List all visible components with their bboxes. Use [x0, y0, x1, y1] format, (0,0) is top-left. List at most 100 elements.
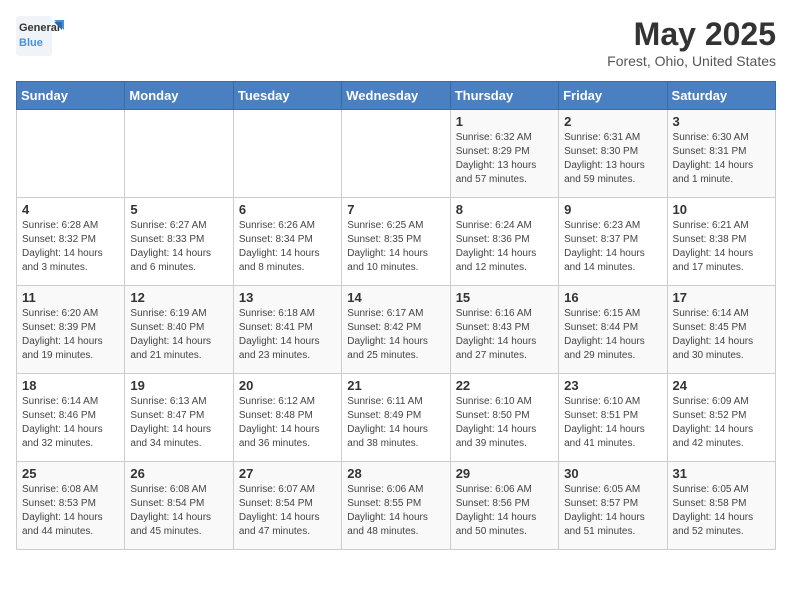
day-number: 29 [456, 466, 553, 481]
calendar-cell: 23Sunrise: 6:10 AM Sunset: 8:51 PM Dayli… [559, 374, 667, 462]
day-info: Sunrise: 6:18 AM Sunset: 8:41 PM Dayligh… [239, 307, 336, 363]
day-number: 12 [130, 290, 227, 305]
calendar-cell: 14 Sunrise: 6:17 AM Sunset: 8:42 PM Dayli… [342, 286, 450, 374]
calendar-cell: 24 Sunrise: 6:09 AM Sunset: 8:52 PM Dayli… [667, 374, 775, 462]
weekday-header: Sunday [17, 82, 125, 110]
calendar-cell: 10 Sunrise: 6:21 AM Sunset: 8:38 PM Dayli… [667, 198, 775, 286]
day-number: 13 [239, 290, 336, 305]
day-info: Sunrise: 6:23 AM Sunset: 8:37 PM Dayligh… [564, 219, 661, 275]
calendar-cell: 2 Sunrise: 6:31 AM Sunset: 8:30 PM Daylig… [559, 110, 667, 198]
calendar-cell: 1Sunrise: 6:32 AM Sunset: 8:29 PM Daylig… [450, 110, 558, 198]
calendar-cell: 8 Sunrise: 6:24 AM Sunset: 8:36 PM Daylig… [450, 198, 558, 286]
day-number: 27 [239, 466, 336, 481]
day-info: Sunrise: 6:19 AM Sunset: 8:40 PM Dayligh… [130, 307, 227, 363]
weekday-header: Thursday [450, 82, 558, 110]
day-info: Sunrise: 6:20 AM Sunset: 8:39 PM Dayligh… [22, 307, 119, 363]
day-info: Sunrise: 6:21 AM Sunset: 8:38 PM Dayligh… [673, 219, 770, 275]
day-info: Sunrise: 6:08 AM Sunset: 8:54 PM Dayligh… [130, 483, 227, 539]
day-info: Sunrise: 6:30 AM Sunset: 8:31 PM Dayligh… [673, 131, 770, 187]
day-number: 23 [564, 378, 661, 393]
calendar-cell: 27 Sunrise: 6:07 AM Sunset: 8:54 PM Dayli… [233, 462, 341, 550]
weekday-header: Friday [559, 82, 667, 110]
day-number: 7 [347, 202, 444, 217]
day-number: 4 [22, 202, 119, 217]
day-number: 19 [130, 378, 227, 393]
calendar-cell: 3 Sunrise: 6:30 AM Sunset: 8:31 PM Daylig… [667, 110, 775, 198]
calendar-header-row: SundayMondayTuesdayWednesdayThursdayFrid… [17, 82, 776, 110]
day-info: Sunrise: 6:07 AM Sunset: 8:54 PM Dayligh… [239, 483, 336, 539]
calendar-cell: 12 Sunrise: 6:19 AM Sunset: 8:40 PM Dayli… [125, 286, 233, 374]
calendar-cell: 20 Sunrise: 6:12 AM Sunset: 8:48 PM Dayli… [233, 374, 341, 462]
day-info: Sunrise: 6:12 AM Sunset: 8:48 PM Dayligh… [239, 395, 336, 451]
page-header: General Blue May 2025 Forest, Ohio, Unit… [16, 16, 776, 69]
weekday-header: Tuesday [233, 82, 341, 110]
day-info: Sunrise: 6:05 AM Sunset: 8:57 PM Dayligh… [564, 483, 661, 539]
title-block: May 2025 Forest, Ohio, United States [607, 16, 776, 69]
day-info: Sunrise: 6:26 AM Sunset: 8:34 PM Dayligh… [239, 219, 336, 275]
weekday-header: Saturday [667, 82, 775, 110]
day-number: 15 [456, 290, 553, 305]
day-number: 20 [239, 378, 336, 393]
day-number: 8 [456, 202, 553, 217]
day-number: 3 [673, 114, 770, 129]
calendar-week-row: 11Sunrise: 6:20 AM Sunset: 8:39 PM Dayli… [17, 286, 776, 374]
day-number: 17 [673, 290, 770, 305]
calendar-week-row: 18 Sunrise: 6:14 AM Sunset: 8:46 PM Dayli… [17, 374, 776, 462]
calendar-cell: 30 Sunrise: 6:05 AM Sunset: 8:57 PM Dayli… [559, 462, 667, 550]
day-info: Sunrise: 6:31 AM Sunset: 8:30 PM Dayligh… [564, 131, 661, 187]
day-number: 28 [347, 466, 444, 481]
day-number: 24 [673, 378, 770, 393]
day-number: 18 [22, 378, 119, 393]
calendar-cell: 25 Sunrise: 6:08 AM Sunset: 8:53 PM Dayli… [17, 462, 125, 550]
calendar-cell: 26 Sunrise: 6:08 AM Sunset: 8:54 PM Dayli… [125, 462, 233, 550]
weekday-header: Monday [125, 82, 233, 110]
day-info: Sunrise: 6:06 AM Sunset: 8:55 PM Dayligh… [347, 483, 444, 539]
day-info: Sunrise: 6:25 AM Sunset: 8:35 PM Dayligh… [347, 219, 444, 275]
calendar-cell [17, 110, 125, 198]
day-info: Sunrise: 6:14 AM Sunset: 8:45 PM Dayligh… [673, 307, 770, 363]
calendar-cell: 19Sunrise: 6:13 AM Sunset: 8:47 PM Dayli… [125, 374, 233, 462]
day-info: Sunrise: 6:27 AM Sunset: 8:33 PM Dayligh… [130, 219, 227, 275]
calendar-cell: 15 Sunrise: 6:16 AM Sunset: 8:43 PM Dayli… [450, 286, 558, 374]
day-number: 14 [347, 290, 444, 305]
day-info: Sunrise: 6:05 AM Sunset: 8:58 PM Dayligh… [673, 483, 770, 539]
calendar-cell: 29 Sunrise: 6:06 AM Sunset: 8:56 PM Dayli… [450, 462, 558, 550]
day-number: 2 [564, 114, 661, 129]
calendar-cell: 31Sunrise: 6:05 AM Sunset: 8:58 PM Dayli… [667, 462, 775, 550]
day-info: Sunrise: 6:08 AM Sunset: 8:53 PM Dayligh… [22, 483, 119, 539]
day-number: 21 [347, 378, 444, 393]
calendar-cell: 17 Sunrise: 6:14 AM Sunset: 8:45 PM Dayli… [667, 286, 775, 374]
day-info: Sunrise: 6:09 AM Sunset: 8:52 PM Dayligh… [673, 395, 770, 451]
day-info: Sunrise: 6:28 AM Sunset: 8:32 PM Dayligh… [22, 219, 119, 275]
day-info: Sunrise: 6:24 AM Sunset: 8:36 PM Dayligh… [456, 219, 553, 275]
day-number: 30 [564, 466, 661, 481]
calendar-cell [125, 110, 233, 198]
calendar-cell: 28 Sunrise: 6:06 AM Sunset: 8:55 PM Dayli… [342, 462, 450, 550]
calendar-week-row: 4 Sunrise: 6:28 AM Sunset: 8:32 PM Daylig… [17, 198, 776, 286]
location-text: Forest, Ohio, United States [607, 53, 776, 69]
day-number: 26 [130, 466, 227, 481]
day-info: Sunrise: 6:16 AM Sunset: 8:43 PM Dayligh… [456, 307, 553, 363]
day-number: 25 [22, 466, 119, 481]
day-info: Sunrise: 6:06 AM Sunset: 8:56 PM Dayligh… [456, 483, 553, 539]
calendar-cell: 6 Sunrise: 6:26 AM Sunset: 8:34 PM Daylig… [233, 198, 341, 286]
day-info: Sunrise: 6:11 AM Sunset: 8:49 PM Dayligh… [347, 395, 444, 451]
calendar-cell [342, 110, 450, 198]
day-info: Sunrise: 6:14 AM Sunset: 8:46 PM Dayligh… [22, 395, 119, 451]
day-info: Sunrise: 6:17 AM Sunset: 8:42 PM Dayligh… [347, 307, 444, 363]
calendar-cell: 4 Sunrise: 6:28 AM Sunset: 8:32 PM Daylig… [17, 198, 125, 286]
calendar-cell: 22Sunrise: 6:10 AM Sunset: 8:50 PM Dayli… [450, 374, 558, 462]
calendar-cell: 13 Sunrise: 6:18 AM Sunset: 8:41 PM Dayli… [233, 286, 341, 374]
calendar-cell: 7 Sunrise: 6:25 AM Sunset: 8:35 PM Daylig… [342, 198, 450, 286]
calendar-cell: 11Sunrise: 6:20 AM Sunset: 8:39 PM Dayli… [17, 286, 125, 374]
logo-svg: General Blue [16, 16, 76, 58]
day-number: 16 [564, 290, 661, 305]
day-number: 6 [239, 202, 336, 217]
svg-text:Blue: Blue [19, 37, 43, 49]
month-title: May 2025 [607, 16, 776, 53]
day-info: Sunrise: 6:15 AM Sunset: 8:44 PM Dayligh… [564, 307, 661, 363]
weekday-header: Wednesday [342, 82, 450, 110]
calendar-week-row: 1Sunrise: 6:32 AM Sunset: 8:29 PM Daylig… [17, 110, 776, 198]
day-info: Sunrise: 6:10 AM Sunset: 8:50 PM Dayligh… [456, 395, 553, 451]
day-number: 10 [673, 202, 770, 217]
